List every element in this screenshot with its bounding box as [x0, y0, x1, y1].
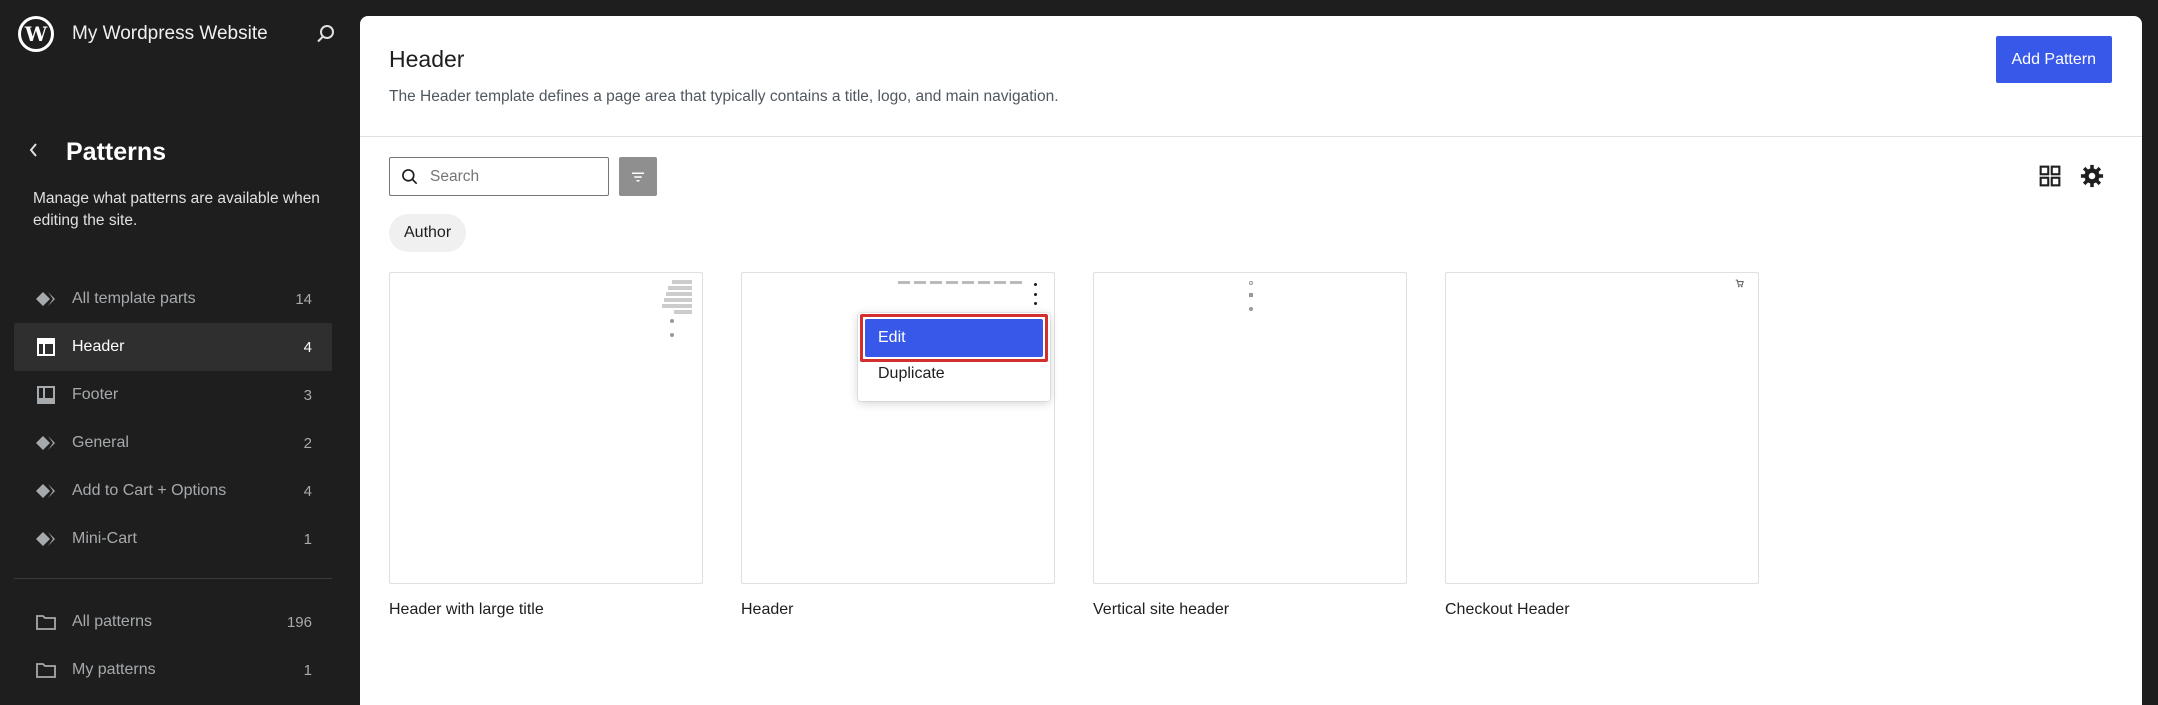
template-parts-list: All template parts 14 Header 4 Footer 3 — [14, 275, 332, 563]
sidebar-item-count: 196 — [286, 613, 312, 631]
sidebar-item-count: 1 — [303, 530, 312, 548]
sidebar-item-label: Mini-Cart — [72, 530, 137, 547]
sidebar-divider — [14, 578, 332, 579]
pattern-card-label[interactable]: Checkout Header — [1445, 601, 1759, 619]
sidebar-item-count: 4 — [303, 338, 312, 356]
pattern-thumbnail[interactable] — [1093, 272, 1407, 584]
mini-dot — [1249, 281, 1253, 285]
footer-layout-icon — [34, 383, 58, 407]
filter-button[interactable] — [619, 157, 657, 196]
diamond-stack-icon — [34, 287, 58, 311]
cart-icon — [1735, 279, 1744, 288]
menu-item-edit[interactable]: Edit — [865, 319, 1043, 357]
diamond-stack-icon — [34, 431, 58, 455]
pattern-card-header-with-large-title[interactable]: Header with large title — [389, 272, 703, 619]
search-field[interactable] — [389, 157, 609, 196]
sidebar-item-count: 3 — [303, 386, 312, 404]
sidebar-item-footer[interactable]: Footer 3 — [14, 371, 332, 419]
pattern-actions-menu: Edit Duplicate — [858, 313, 1050, 401]
sidebar-item-mini-cart[interactable]: Mini-Cart 1 — [14, 515, 332, 563]
sidebar-item-label: All template parts — [72, 290, 196, 307]
search-input[interactable] — [430, 167, 600, 186]
sidebar: W My Wordpress Website Patterns Manage w… — [0, 0, 360, 705]
mini-dot — [670, 333, 674, 337]
sidebar-item-count: 2 — [303, 434, 312, 452]
sidebar-item-all-template-parts[interactable]: All template parts 14 — [14, 275, 332, 323]
pattern-thumbnail[interactable] — [1445, 272, 1759, 584]
sidebar-item-count: 4 — [303, 482, 312, 500]
diamond-stack-icon — [34, 479, 58, 503]
mini-dot — [670, 319, 674, 323]
app: W My Wordpress Website Patterns Manage w… — [0, 0, 2158, 705]
grid-view-icon[interactable] — [2036, 162, 2064, 190]
sidebar-item-count: 1 — [303, 661, 312, 679]
sidebar-item-general[interactable]: General 2 — [14, 419, 332, 467]
gear-icon[interactable] — [2078, 162, 2106, 190]
sidebar-item-label: Header — [72, 338, 125, 355]
site-header: W My Wordpress Website — [18, 16, 268, 52]
search-icon — [402, 168, 418, 184]
mini-nav-preview — [662, 279, 692, 324]
sidebar-title: Patterns — [66, 138, 167, 166]
author-filter-chip[interactable]: Author — [389, 214, 467, 252]
wordpress-logo-icon[interactable]: W — [18, 16, 54, 52]
filter-icon — [632, 172, 644, 181]
header-layout-icon — [34, 335, 58, 359]
sidebar-item-my-patterns[interactable]: My patterns 1 — [14, 646, 332, 694]
sidebar-description: Manage what patterns are available when … — [33, 190, 320, 229]
page-header: Header The Header template defines a pag… — [360, 16, 2142, 137]
menu-item-duplicate[interactable]: Duplicate — [878, 365, 945, 383]
sidebar-item-label: General — [72, 434, 129, 451]
folder-icon — [34, 610, 58, 634]
pattern-card-checkout-header[interactable]: Checkout Header — [1445, 272, 1759, 619]
search-icon[interactable] — [314, 22, 338, 46]
sidebar-item-label: My patterns — [72, 661, 156, 678]
sidebar-item-all-patterns[interactable]: All patterns 196 — [14, 598, 332, 646]
add-pattern-button[interactable]: Add Pattern — [1995, 36, 2112, 83]
sidebar-item-label: Footer — [72, 386, 119, 403]
site-title: My Wordpress Website — [72, 23, 268, 44]
pattern-thumbnail[interactable] — [389, 272, 703, 584]
pattern-card-label[interactable]: Header with large title — [389, 601, 703, 619]
sidebar-item-label: Add to Cart + Options — [72, 482, 227, 499]
main-panel: Header The Header template defines a pag… — [360, 16, 2142, 705]
page-description: The Header template defines a page area … — [389, 88, 1059, 105]
mini-dot — [1249, 293, 1253, 297]
sidebar-item-label: All patterns — [72, 613, 153, 630]
mini-dot — [1249, 307, 1253, 311]
sidebar-item-add-to-cart-options[interactable]: Add to Cart + Options 4 — [14, 467, 332, 515]
sidebar-item-count: 14 — [295, 290, 312, 308]
pattern-card-label[interactable]: Vertical site header — [1093, 601, 1407, 619]
more-options-icon[interactable] — [1032, 283, 1038, 305]
mini-nav-preview — [898, 281, 1022, 284]
folder-icon — [34, 658, 58, 682]
pattern-card-vertical-site-header[interactable]: Vertical site header — [1093, 272, 1407, 619]
chevron-left-icon[interactable] — [22, 138, 46, 162]
pattern-card-label[interactable]: Header — [741, 601, 1055, 619]
sidebar-item-header[interactable]: Header 4 — [14, 323, 332, 371]
page-title: Header — [389, 46, 465, 72]
patterns-list: All patterns 196 My patterns 1 — [14, 598, 332, 694]
diamond-stack-icon — [34, 527, 58, 551]
